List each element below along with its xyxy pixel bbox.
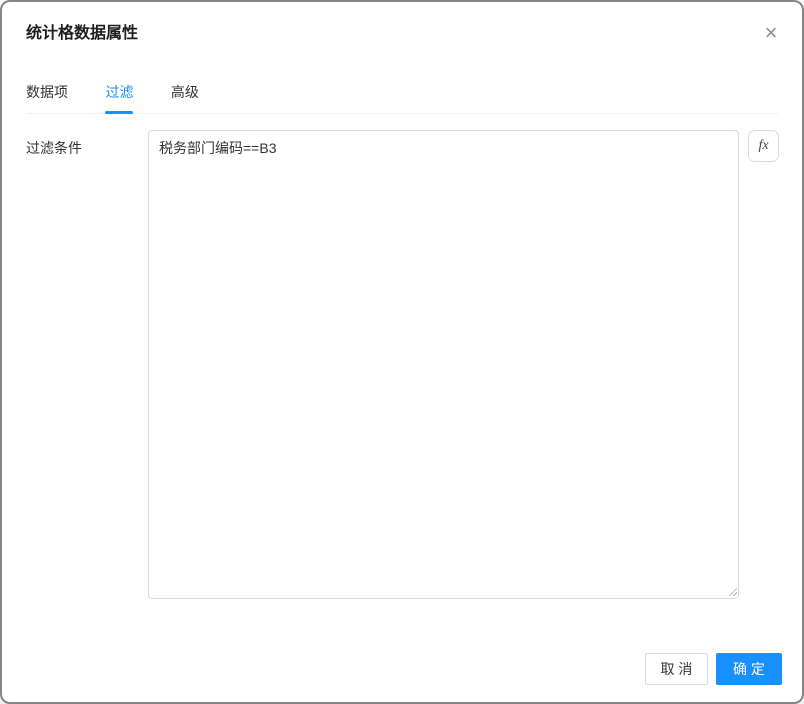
dialog-title: 统计格数据属性 bbox=[26, 25, 139, 42]
filter-condition-input[interactable]: 税务部门编码==B3 bbox=[148, 130, 739, 599]
cancel-button[interactable]: 取 消 bbox=[645, 653, 708, 685]
tab-data-items[interactable]: 数据项 bbox=[26, 82, 68, 113]
formula-fx-button[interactable]: fx bbox=[748, 130, 779, 162]
close-icon[interactable]: × bbox=[758, 20, 784, 46]
tab-bar: 数据项 过滤 高级 bbox=[26, 82, 778, 114]
ok-button[interactable]: 确 定 bbox=[716, 653, 782, 685]
tab-advanced[interactable]: 高级 bbox=[171, 82, 199, 113]
dialog-statistic-cell-data-properties: 统计格数据属性 × 数据项 过滤 高级 过滤条件 税务部门编码==B3 fx 取… bbox=[0, 0, 804, 704]
filter-condition-field-wrap: 税务部门编码==B3 bbox=[148, 130, 739, 599]
tab-filter[interactable]: 过滤 bbox=[105, 82, 134, 114]
filter-condition-label: 过滤条件 bbox=[26, 140, 82, 156]
